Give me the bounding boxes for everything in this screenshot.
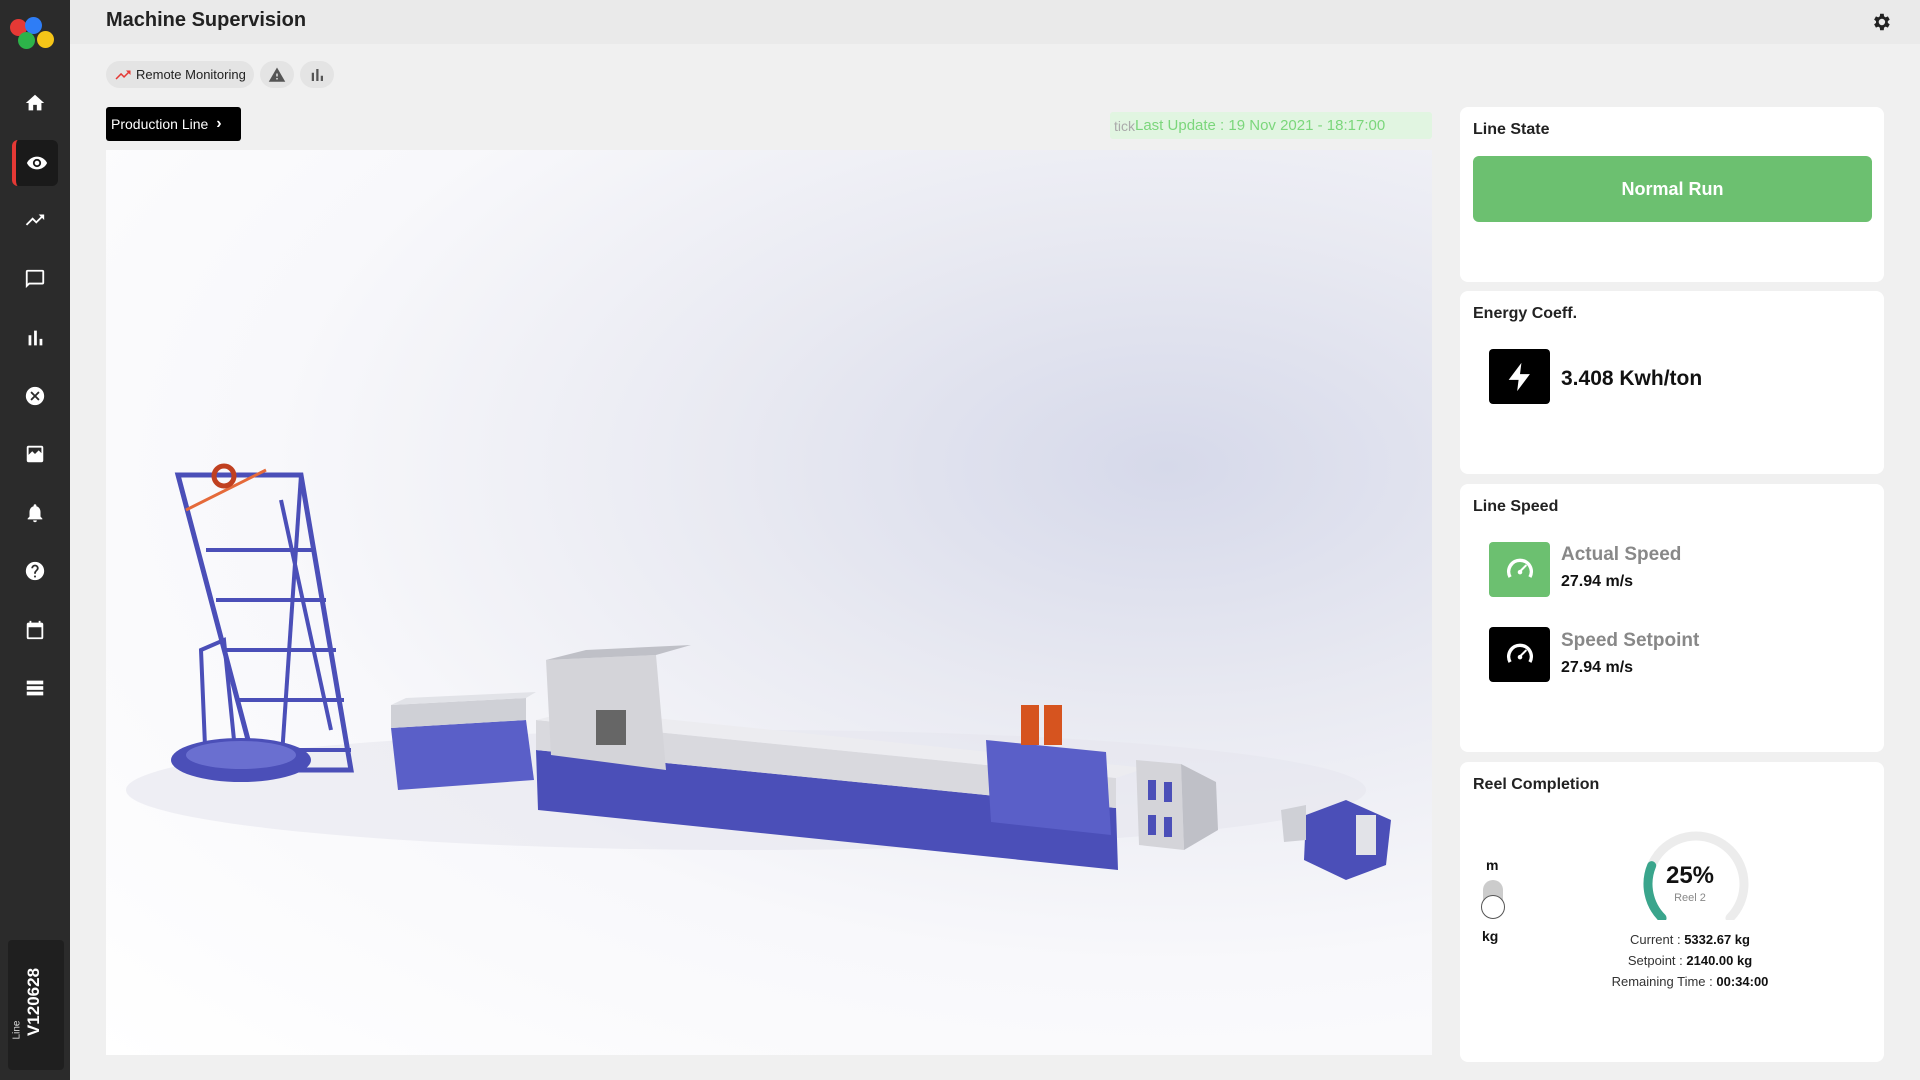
energy-card: Energy Coeff. 3.408 Kwh/ton [1460, 291, 1884, 474]
chat-icon[interactable] [12, 256, 58, 302]
bar-chart-icon[interactable] [12, 315, 58, 361]
production-line-label: Production Line [111, 116, 209, 132]
reel-remaining-value: 00:34:00 [1716, 974, 1769, 989]
home-icon[interactable] [12, 80, 58, 126]
reel-completion-title: Reel Completion [1473, 776, 1600, 793]
production-line-button[interactable]: Production Line › [106, 107, 241, 141]
last-update-banner: tick Last Update : 19 Nov 2021 - 18:17:0… [1110, 112, 1432, 139]
tab-remote-monitoring[interactable]: Remote Monitoring [106, 61, 254, 88]
reel-remaining: Remaining Time : 00:34:00 [1560, 974, 1820, 989]
chevron-right-icon: › [216, 115, 222, 132]
warning-icon [268, 67, 286, 82]
image-icon[interactable] [12, 431, 58, 477]
tab-remote-monitoring-label: Remote Monitoring [136, 67, 246, 82]
trending-icon[interactable] [12, 197, 58, 243]
line-speed-title: Line Speed [1473, 498, 1559, 515]
top-bar: Machine Supervision [70, 0, 1920, 44]
bell-icon[interactable] [12, 490, 58, 536]
reel-name: Reel 2 [1674, 892, 1706, 904]
line-state-status: Normal Run [1473, 156, 1872, 222]
line-speed-card: Line Speed Actual Speed 27.94 m/s Speed … [1460, 484, 1884, 752]
reel-remaining-label: Remaining Time : [1611, 974, 1717, 989]
reel-setpoint: Setpoint : 2140.00 kg [1560, 953, 1820, 968]
gear-icon[interactable] [1870, 11, 1892, 33]
unit-kg-label: kg [1482, 928, 1499, 944]
tick-icon: tick [1114, 117, 1135, 134]
calendar-icon[interactable] [12, 607, 58, 653]
lightning-icon [1489, 349, 1550, 404]
payoff-tower [174, 463, 354, 773]
last-update-text: Last Update : 19 Nov 2021 - 18:17:00 [1135, 117, 1386, 134]
energy-value: 3.408 Kwh/ton [1561, 367, 1703, 390]
take-up-unit [1281, 800, 1391, 880]
bar-chart-icon [311, 68, 323, 81]
speed-setpoint-value: 27.94 m/s [1561, 659, 1634, 676]
reel-current-label: Current : [1630, 932, 1685, 947]
cancel-icon[interactable] [12, 373, 58, 419]
eye-icon[interactable] [12, 140, 58, 186]
reel-current-value: 5332.67 kg [1684, 932, 1750, 947]
unit-m-label: m [1486, 857, 1499, 873]
speedometer-icon [1489, 627, 1550, 682]
straightener-unit [391, 692, 536, 790]
help-icon[interactable] [12, 548, 58, 594]
toggle-knob [1481, 895, 1505, 919]
monitoring-tabs: Remote Monitoring [106, 61, 334, 88]
line-state-card: Line State Normal Run [1460, 107, 1884, 282]
reel-current: Current : 5332.67 kg [1560, 932, 1820, 947]
reel-percent: 25% [1665, 862, 1715, 889]
reel-setpoint-label: Setpoint : [1627, 953, 1687, 968]
line-id: V120628 [24, 967, 43, 1037]
actual-speed-label: Actual Speed [1561, 544, 1682, 565]
list-icon[interactable] [12, 665, 58, 711]
app-logo[interactable] [10, 17, 62, 53]
reel-setpoint-value: 2140.00 kg [1686, 953, 1753, 968]
page-title: Machine Supervision [106, 9, 307, 31]
production-line-3d-view[interactable] [106, 150, 1432, 1055]
machine-illustration [126, 463, 1391, 880]
energy-title: Energy Coeff. [1473, 305, 1578, 322]
actual-speed-value: 27.94 m/s [1561, 573, 1634, 590]
speedometer-icon [1489, 542, 1550, 597]
trending-icon [115, 70, 131, 79]
unit-toggle[interactable] [1481, 880, 1505, 919]
line-state-title: Line State [1473, 121, 1550, 138]
line-id-box: Line V120628 [8, 940, 64, 1070]
speed-setpoint-label: Speed Setpoint [1561, 630, 1700, 651]
tab-alarms[interactable] [259, 61, 294, 88]
sidebar: Line V120628 [0, 0, 70, 1080]
line-label: Line [11, 1020, 23, 1040]
reel-completion-card: Reel Completion m kg 25% Reel 2 Current … [1460, 762, 1884, 1062]
tab-statistics[interactable] [299, 61, 334, 88]
